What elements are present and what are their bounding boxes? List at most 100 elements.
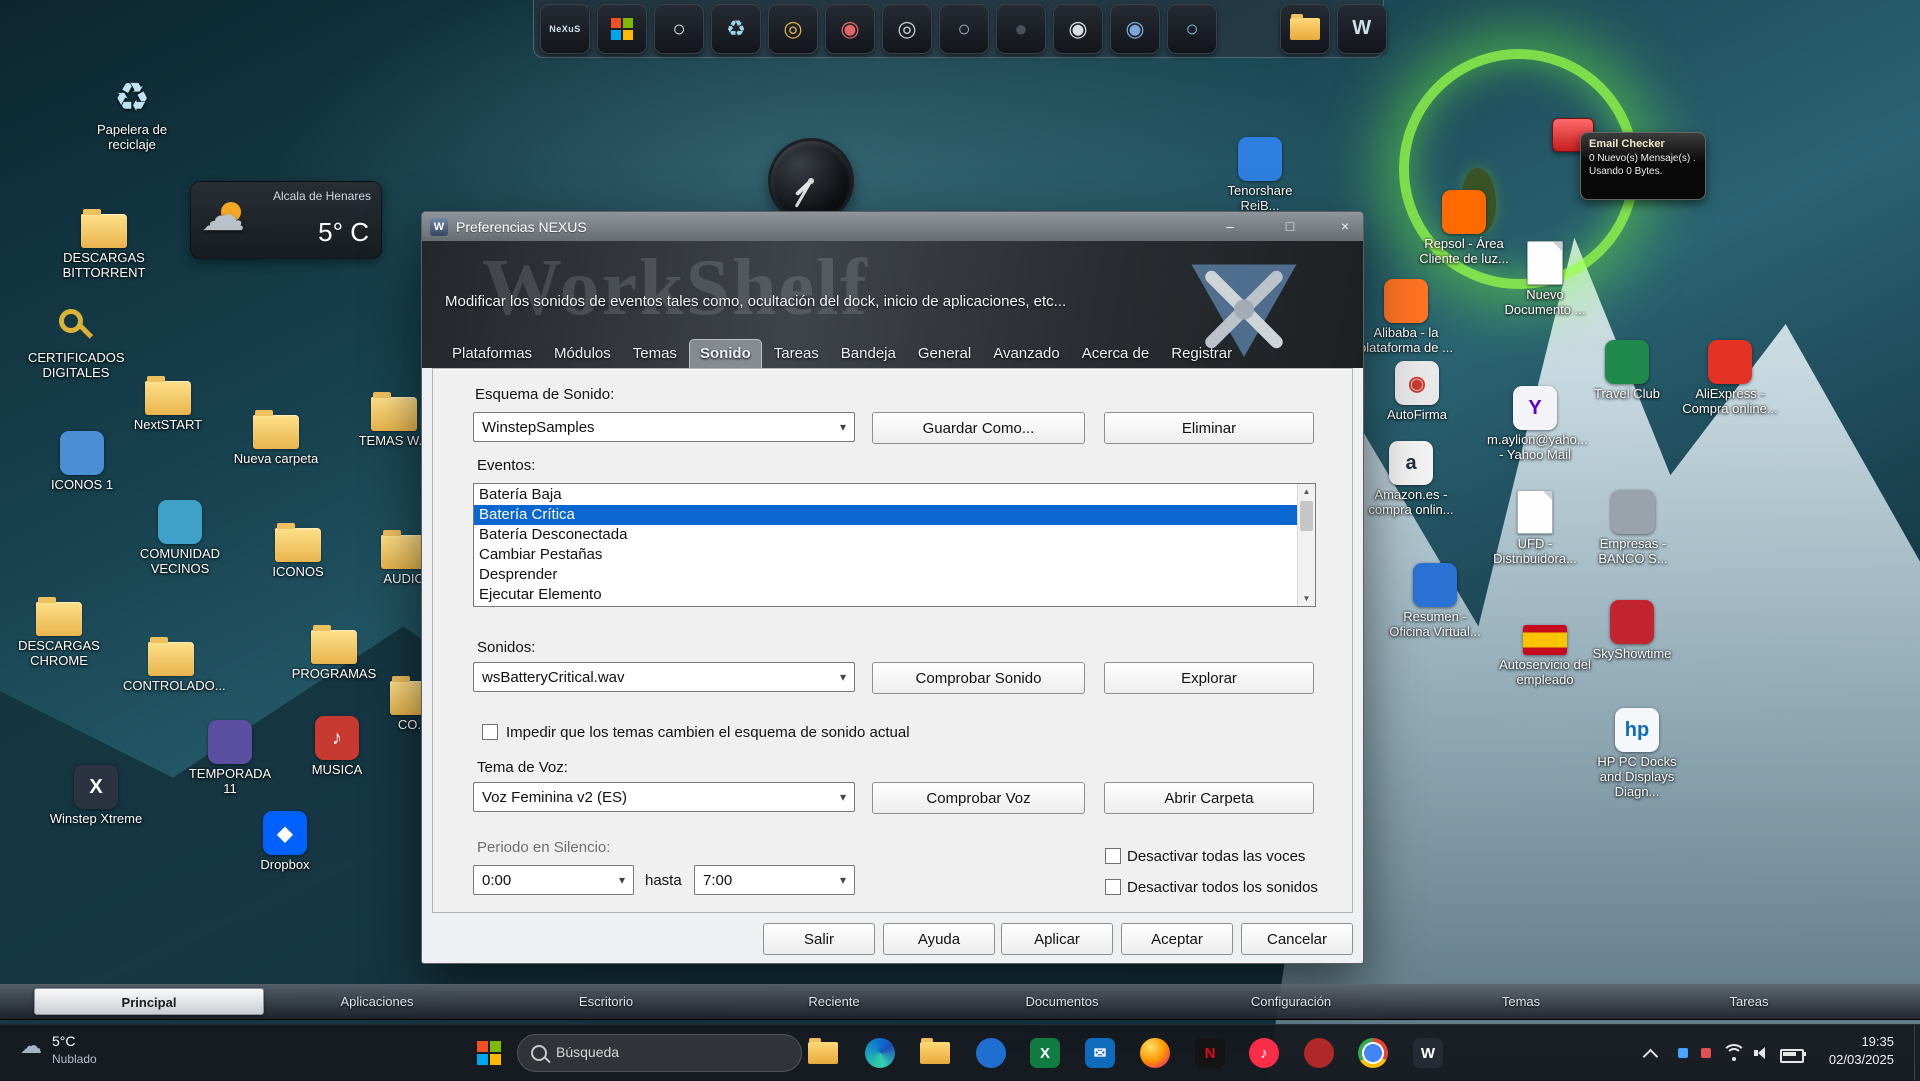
event-item-bateria-baja[interactable]: Batería Baja bbox=[474, 485, 1298, 505]
volume-icon[interactable] bbox=[1754, 1047, 1770, 1059]
voice-theme-select[interactable]: Voz Feminina v2 (ES) ▾ bbox=[473, 782, 855, 812]
taskbar-app-blue-icon[interactable] bbox=[973, 1035, 1009, 1071]
tab-tareas[interactable]: Tareas bbox=[764, 340, 829, 368]
desktop-icon-nuevo-documento[interactable]: Nuevo Documento ... bbox=[1497, 241, 1593, 318]
taskbar-weather-temp[interactable]: 5°C bbox=[52, 1033, 76, 1049]
desktop-icon-winstep-xtreme[interactable]: XWinstep Xtreme bbox=[48, 765, 144, 827]
disable-sounds-checkbox[interactable] bbox=[1105, 879, 1121, 895]
taskbar-chrome-icon[interactable] bbox=[1355, 1035, 1391, 1071]
tab-sonido[interactable]: Sonido bbox=[689, 339, 762, 368]
open-folder-button[interactable]: Abrir Carpeta bbox=[1104, 782, 1314, 814]
scroll-down-icon[interactable]: ▼ bbox=[1298, 591, 1315, 606]
events-list[interactable]: Batería BajaBatería CríticaBatería Desco… bbox=[473, 483, 1316, 607]
shelf-tab-temas[interactable]: Temas bbox=[1502, 994, 1540, 1009]
taskbar-excel-icon[interactable]: X bbox=[1027, 1035, 1063, 1071]
show-desktop-button[interactable] bbox=[1914, 1025, 1920, 1081]
weather-widget[interactable]: ☁ Alcala de Henares 5° C bbox=[190, 181, 382, 259]
taskbar-edge-icon[interactable] bbox=[862, 1035, 898, 1071]
cancelar-button[interactable]: Cancelar bbox=[1241, 923, 1353, 955]
shelf-tab-documentos[interactable]: Documentos bbox=[1026, 994, 1099, 1009]
tray-app-icon[interactable] bbox=[1678, 1048, 1688, 1058]
delete-button[interactable]: Eliminar bbox=[1104, 412, 1314, 444]
dock-nexus-logo-icon[interactable]: NeXuS bbox=[540, 4, 590, 54]
shelf-tab-tareas[interactable]: Tareas bbox=[1729, 994, 1768, 1009]
dock-globe-icon[interactable]: ○ bbox=[1167, 4, 1217, 54]
scroll-up-icon[interactable]: ▲ bbox=[1298, 484, 1315, 499]
tab-modulos[interactable]: Módulos bbox=[544, 340, 621, 368]
desktop-icon-travel-club[interactable]: Travel Club bbox=[1579, 340, 1675, 402]
tray-expand-icon[interactable] bbox=[1643, 1049, 1659, 1065]
dock-alarm-icon[interactable]: ◎ bbox=[882, 4, 932, 54]
aceptar-button[interactable]: Aceptar bbox=[1121, 923, 1233, 955]
desktop-icon-dropbox[interactable]: ◆Dropbox bbox=[237, 811, 333, 873]
desktop-icon-controlado[interactable]: CONTROLADO... bbox=[123, 634, 219, 694]
desktop-icon-autofirma[interactable]: ◉AutoFirma bbox=[1369, 361, 1465, 423]
tab-temas[interactable]: Temas bbox=[623, 340, 687, 368]
desktop-icon-alibaba-la-plataforma-de[interactable]: Alibaba - la plataforma de ... bbox=[1358, 279, 1454, 356]
dock-clock-icon[interactable]: ○ bbox=[654, 4, 704, 54]
desktop-icon-m-aylion-yaho-yahoo-mail[interactable]: Ym.aylion@yaho... - Yahoo Mail bbox=[1487, 386, 1583, 463]
desktop-icon-nueva-carpeta[interactable]: Nueva carpeta bbox=[228, 407, 324, 467]
disable-voices-checkbox[interactable] bbox=[1105, 848, 1121, 864]
desktop-icon-amazon-es-compra-onlin[interactable]: aAmazon.es - compra onlin... bbox=[1363, 441, 1459, 518]
tab-plataformas[interactable]: Plataformas bbox=[442, 340, 542, 368]
tab-registrar[interactable]: Registrar bbox=[1161, 340, 1242, 368]
dock-recycle-bin-icon[interactable]: ♻ bbox=[711, 4, 761, 54]
dialog-titlebar[interactable]: W Preferencias NEXUS – □ × bbox=[422, 212, 1363, 241]
tab-bandeja[interactable]: Bandeja bbox=[831, 340, 906, 368]
taskbar-folder-icon[interactable] bbox=[917, 1035, 953, 1071]
close-button[interactable]: × bbox=[1327, 214, 1363, 238]
scrollbar-thumb[interactable] bbox=[1300, 501, 1313, 531]
shelf-tab-escritorio[interactable]: Escritorio bbox=[579, 994, 633, 1009]
desktop-icon-empresas-banco-s[interactable]: Empresas - BANCO S... bbox=[1585, 490, 1681, 567]
desktop-icon-descargas-bittorrent[interactable]: DESCARGAS BITTORRENT bbox=[56, 206, 152, 281]
taskbar-search-input[interactable]: Búsqueda bbox=[517, 1034, 802, 1072]
minimize-button[interactable]: – bbox=[1212, 214, 1248, 238]
event-item-ejecutar-elemento[interactable]: Ejecutar Elemento bbox=[474, 585, 1298, 605]
dock-power-alt-icon[interactable]: ● bbox=[996, 4, 1046, 54]
shelf-tab-aplicaciones[interactable]: Aplicaciones bbox=[341, 994, 414, 1009]
tab-avanzado[interactable]: Avanzado bbox=[983, 340, 1069, 368]
wifi-icon[interactable] bbox=[1724, 1045, 1744, 1061]
desktop-icon-tenorshare-reib[interactable]: Tenorshare ReiB... bbox=[1212, 137, 1308, 214]
maximize-button[interactable]: □ bbox=[1272, 214, 1308, 238]
test-sound-button[interactable]: Comprobar Sonido bbox=[872, 662, 1085, 694]
sound-file-select[interactable]: wsBatteryCritical.wav ▾ bbox=[473, 662, 855, 692]
taskbar-weather-condition[interactable]: Nublado bbox=[52, 1052, 97, 1066]
taskbar-explorer-icon[interactable] bbox=[805, 1035, 841, 1071]
start-button[interactable] bbox=[477, 1041, 501, 1065]
silence-from-select[interactable]: 0:00 ▾ bbox=[473, 865, 634, 895]
desktop-icon-autoservicio-del-empleado[interactable]: Autoservicio del empleado bbox=[1497, 618, 1593, 688]
desktop-icon-papelera-de-reciclaje[interactable]: ♻Papelera de reciclaje bbox=[84, 76, 180, 153]
save-as-button[interactable]: Guardar Como... bbox=[872, 412, 1085, 444]
test-voice-button[interactable]: Comprobar Voz bbox=[872, 782, 1085, 814]
desktop-icon-certificados-digitales[interactable]: CERTIFICADOS DIGITALES bbox=[28, 304, 124, 381]
dock-power-icon[interactable]: ○ bbox=[939, 4, 989, 54]
taskbar-weather-icon[interactable]: ☁ bbox=[20, 1033, 42, 1059]
taskbar-netflix-icon[interactable]: N bbox=[1192, 1035, 1228, 1071]
dock-camera-lens-icon[interactable]: ◉ bbox=[1110, 4, 1160, 54]
browse-button[interactable]: Explorar bbox=[1104, 662, 1314, 694]
desktop-icon-musica[interactable]: ♪MUSICA bbox=[289, 716, 385, 778]
desktop-icon-iconos[interactable]: ICONOS bbox=[250, 520, 346, 580]
silence-to-select[interactable]: 7:00 ▾ bbox=[694, 865, 855, 895]
prevent-theme-change-checkbox[interactable] bbox=[482, 724, 498, 740]
ayuda-button[interactable]: Ayuda bbox=[883, 923, 995, 955]
battery-icon[interactable] bbox=[1780, 1049, 1804, 1063]
desktop-icon-descargas-chrome[interactable]: DESCARGAS CHROME bbox=[11, 594, 107, 669]
salir-button[interactable]: Salir bbox=[763, 923, 875, 955]
tray-app-icon[interactable] bbox=[1701, 1048, 1711, 1058]
taskbar-outlook-icon[interactable]: ✉ bbox=[1082, 1035, 1118, 1071]
sound-scheme-select[interactable]: WinstepSamples ▾ bbox=[473, 412, 855, 442]
events-scrollbar[interactable]: ▲ ▼ bbox=[1297, 484, 1315, 606]
event-item-desprender[interactable]: Desprender bbox=[474, 565, 1298, 585]
dock-gold-ring-icon[interactable]: ◎ bbox=[768, 4, 818, 54]
tab-acerca-de[interactable]: Acerca de bbox=[1072, 340, 1160, 368]
tab-general[interactable]: General bbox=[908, 340, 981, 368]
desktop-icon-iconos-1[interactable]: ICONOS 1 bbox=[34, 431, 130, 493]
desktop-icon-ufd-distribuidora[interactable]: UFD - Distribuidora... bbox=[1487, 490, 1583, 567]
desktop-icon-skyshowtime[interactable]: SkyShowtime bbox=[1584, 600, 1680, 662]
dock-webcam-red-icon[interactable]: ◉ bbox=[825, 4, 875, 54]
shelf-tab-principal[interactable]: Principal bbox=[34, 988, 264, 1015]
taskbar-winstep-icon[interactable]: W bbox=[1410, 1035, 1446, 1071]
